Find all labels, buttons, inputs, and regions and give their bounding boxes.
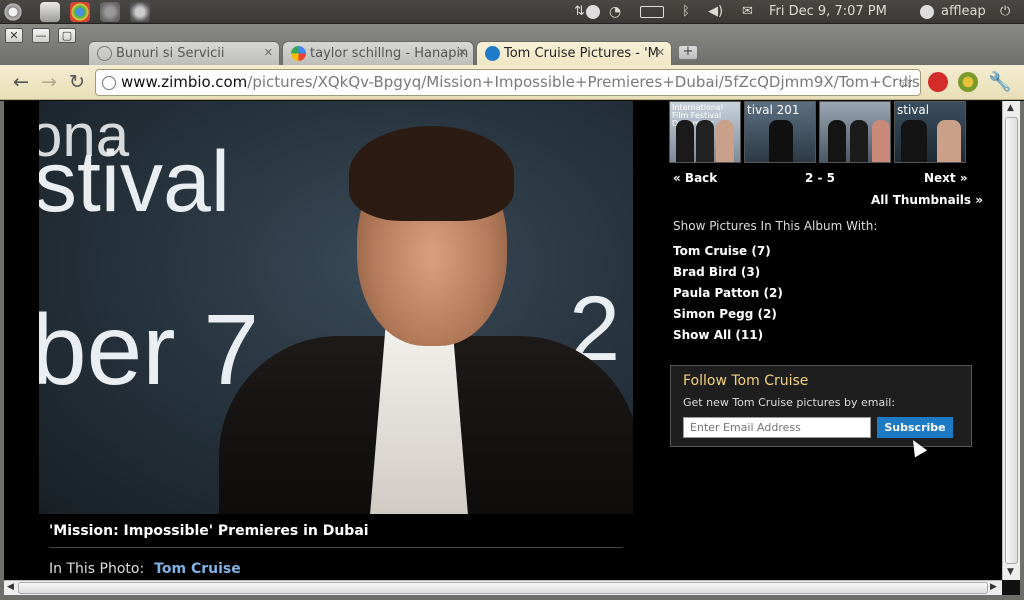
photo-caption: 'Mission: Impossible' Premieres in Dubai bbox=[49, 523, 369, 539]
follow-title: Follow Tom Cruise bbox=[683, 373, 809, 389]
thumbnail-text: tival 201 bbox=[747, 103, 800, 117]
album-item-tom-cruise[interactable]: Tom Cruise (7) bbox=[673, 244, 771, 258]
clock[interactable]: Fri Dec 9, 7:07 PM bbox=[769, 3, 887, 21]
subscribe-button[interactable]: Subscribe bbox=[877, 417, 953, 438]
address-bar[interactable]: www.zimbio.com/pictures/XQkQv-Bpgyq/Miss… bbox=[95, 69, 921, 96]
main-photo[interactable]: ona stival ber 7 2 bbox=[39, 101, 633, 514]
tab-tom-cruise[interactable]: Tom Cruise Pictures - 'M ✕ bbox=[476, 41, 672, 66]
username[interactable]: affleap bbox=[941, 3, 986, 21]
horizontal-scrollbar[interactable]: ◀ ▶ bbox=[4, 580, 1002, 595]
in-this-photo: In This Photo: Tom Cruise bbox=[49, 561, 241, 577]
adblock-icon[interactable] bbox=[928, 72, 948, 92]
follow-box: Follow Tom Cruise Get new Tom Cruise pic… bbox=[670, 365, 972, 447]
reload-icon[interactable]: ↻ bbox=[66, 71, 88, 93]
forward-arrow-icon[interactable]: → bbox=[38, 71, 60, 93]
in-this-photo-label: In This Photo: bbox=[49, 561, 145, 577]
album-item-simon-pegg[interactable]: Simon Pegg (2) bbox=[673, 307, 777, 321]
toolbar: ← → ↻ www.zimbio.com/pictures/XQkQv-Bpgy… bbox=[0, 65, 1024, 100]
text-editor-icon[interactable] bbox=[40, 2, 60, 22]
window-frame bbox=[0, 595, 1024, 600]
wifi-icon[interactable]: ◔ bbox=[609, 3, 621, 21]
url-path: /pictures/XQkQv-Bpgyq/Mission+Impossible… bbox=[247, 73, 921, 91]
email-field[interactable] bbox=[683, 417, 871, 438]
backdrop-text: ber 7 bbox=[39, 294, 259, 406]
album-filter-label: Show Pictures In This Album With: bbox=[673, 219, 878, 233]
status-icon[interactable] bbox=[586, 5, 600, 19]
thumbnail-text: stival bbox=[897, 103, 930, 117]
caption-divider bbox=[49, 547, 623, 548]
chrome-icon[interactable] bbox=[70, 2, 90, 22]
tab-bunuri[interactable]: Bunuri si Servicii ✕ bbox=[88, 41, 280, 65]
scroll-right-icon[interactable]: ▶ bbox=[990, 582, 997, 592]
tab-title: taylor schillng - Hanapin bbox=[310, 46, 469, 61]
google-icon bbox=[291, 46, 306, 61]
thumbnail-strip: International Film Festival December tiv… bbox=[669, 101, 966, 163]
scroll-left-icon[interactable]: ◀ bbox=[7, 582, 14, 592]
close-tab-icon[interactable]: ✕ bbox=[656, 46, 665, 59]
screen: ⇅ ◔ ᛒ ◀) ✉ Fri Dec 9, 7:07 PM affleap ⏻ … bbox=[0, 0, 1024, 600]
firefox-icon[interactable] bbox=[130, 2, 150, 22]
battery-icon[interactable] bbox=[640, 6, 664, 18]
backdrop-text: stival bbox=[39, 134, 230, 230]
user-icon bbox=[920, 5, 934, 19]
tab-taylor[interactable]: taylor schillng - Hanapin ✕ bbox=[282, 41, 474, 65]
all-thumbnails-link[interactable]: All Thumbnails » bbox=[871, 193, 983, 207]
volume-icon[interactable]: ◀) bbox=[708, 3, 723, 21]
scroll-up-icon[interactable]: ▲ bbox=[1007, 103, 1014, 113]
album-item-brad-bird[interactable]: Brad Bird (3) bbox=[673, 265, 760, 279]
back-link[interactable]: « Back bbox=[673, 171, 717, 185]
album-item-show-all[interactable]: Show All (11) bbox=[673, 328, 763, 342]
person-hair bbox=[349, 126, 514, 221]
bookmark-star-icon[interactable]: ☆ bbox=[898, 70, 914, 95]
zimbio-icon bbox=[485, 46, 500, 61]
maximize-window-button[interactable]: ▢ bbox=[58, 28, 76, 43]
wrench-icon[interactable]: 🔧 bbox=[988, 71, 1012, 93]
scroll-down-icon[interactable]: ▼ bbox=[1007, 567, 1014, 577]
vertical-scrollbar[interactable]: ▲ ▼ bbox=[1002, 101, 1020, 580]
in-this-photo-link[interactable]: Tom Cruise bbox=[154, 561, 241, 577]
album-item-paula-patton[interactable]: Paula Patton (2) bbox=[673, 286, 783, 300]
next-link[interactable]: Next » bbox=[924, 171, 968, 185]
window-frame bbox=[0, 101, 4, 600]
top-panel: ⇅ ◔ ᛒ ◀) ✉ Fri Dec 9, 7:07 PM affleap ⏻ bbox=[0, 0, 1024, 24]
new-tab-button[interactable]: + bbox=[678, 45, 698, 60]
settings-gear-icon[interactable] bbox=[100, 2, 120, 22]
horizontal-scroll-thumb[interactable] bbox=[18, 582, 988, 594]
close-tab-icon[interactable]: ✕ bbox=[264, 46, 273, 59]
page-viewport: ona stival ber 7 2 'Mission: Impossible'… bbox=[4, 101, 1002, 580]
thumbnail[interactable]: International Film Festival December bbox=[669, 101, 741, 163]
globe-icon bbox=[97, 46, 112, 61]
extension-icon[interactable] bbox=[958, 72, 978, 92]
close-window-button[interactable]: ✕ bbox=[5, 28, 23, 43]
page-range: 2 - 5 bbox=[805, 171, 836, 185]
power-icon[interactable]: ⏻ bbox=[1000, 3, 1010, 21]
bluetooth-icon[interactable]: ᛒ bbox=[682, 3, 690, 21]
page-info-icon[interactable] bbox=[102, 76, 116, 90]
ubuntu-logo-icon[interactable] bbox=[3, 2, 23, 22]
minimize-window-button[interactable]: — bbox=[32, 28, 50, 43]
thumbnail[interactable] bbox=[819, 101, 891, 163]
vertical-scroll-thumb[interactable] bbox=[1005, 117, 1018, 564]
back-arrow-icon[interactable]: ← bbox=[10, 71, 32, 93]
window-frame bbox=[1020, 101, 1024, 600]
network-updown-icon[interactable]: ⇅ bbox=[574, 3, 585, 21]
thumbnail[interactable]: stival bbox=[894, 101, 966, 163]
tab-title: Bunuri si Servicii bbox=[116, 46, 225, 61]
tab-title: Tom Cruise Pictures - 'M bbox=[504, 46, 659, 61]
mail-icon[interactable]: ✉ bbox=[742, 3, 753, 21]
thumbnail[interactable]: tival 201 bbox=[744, 101, 816, 163]
url-host: www.zimbio.com bbox=[121, 73, 248, 91]
follow-description: Get new Tom Cruise pictures by email: bbox=[683, 396, 896, 409]
close-tab-icon[interactable]: ✕ bbox=[458, 46, 467, 59]
